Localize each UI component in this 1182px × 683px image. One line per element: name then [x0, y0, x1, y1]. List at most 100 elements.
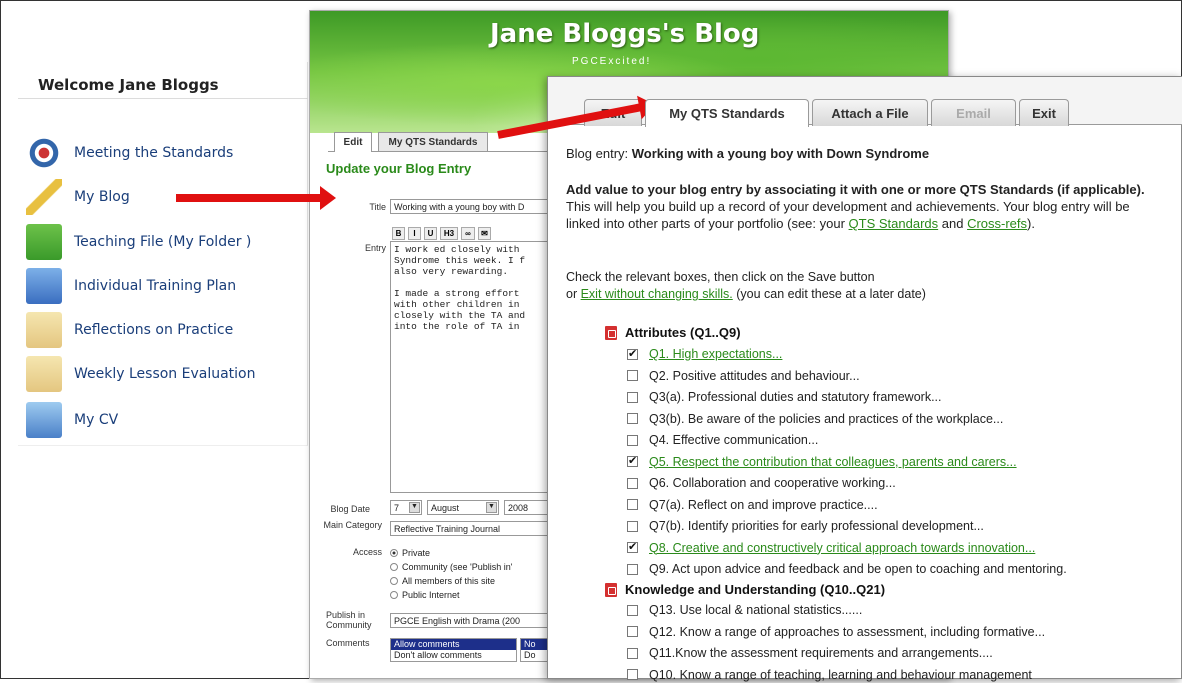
- intro-bold: Add value to your blog entry by associat…: [566, 182, 1145, 197]
- standard-row[interactable]: Q12. Know a range of approaches to asses…: [627, 624, 1045, 640]
- comments-option[interactable]: Allow comments: [391, 639, 516, 650]
- standard-checkbox[interactable]: [627, 391, 638, 403]
- standard-row[interactable]: ✔ Q8. Creative and constructively critica…: [627, 540, 1035, 556]
- standard-row[interactable]: Q9. Act upon advice and feedback and be …: [627, 561, 1067, 577]
- main-category-select[interactable]: Reflective Training Journal: [390, 521, 550, 536]
- standard-checkbox[interactable]: [627, 604, 638, 616]
- date-month-select[interactable]: August ▼: [427, 500, 499, 515]
- standard-row[interactable]: ✔ Q5. Respect the contribution that colle…: [627, 454, 1017, 470]
- format-button[interactable]: H3: [440, 227, 458, 240]
- sidebar-item[interactable]: My CV: [26, 402, 118, 438]
- sidebar-item[interactable]: Reflections on Practice: [26, 312, 233, 348]
- check-instructions: Check the relevant boxes, then click on …: [566, 270, 875, 284]
- access-radio[interactable]: Community (see 'Publish in': [390, 562, 512, 572]
- standard-checkbox[interactable]: [627, 434, 638, 446]
- access-radio[interactable]: Public Internet: [390, 590, 460, 600]
- standard-checkbox[interactable]: [627, 370, 638, 381]
- back-tab-qts[interactable]: My QTS Standards: [378, 132, 488, 152]
- entry-textarea[interactable]: I work ed closely with Syndrome this wee…: [390, 241, 550, 493]
- comments-option[interactable]: Do: [521, 650, 549, 661]
- standard-checkbox[interactable]: [627, 520, 638, 532]
- standard-row[interactable]: Q10. Know a range of teaching, learning …: [627, 667, 1032, 683]
- tab-exit[interactable]: Exit: [1019, 99, 1069, 126]
- standard-checkbox[interactable]: ✔: [627, 348, 638, 360]
- standard-row[interactable]: Q7(a). Reflect on and improve practice..…: [627, 497, 878, 513]
- standard-checkbox[interactable]: ✔: [627, 456, 638, 467]
- update-heading: Update your Blog Entry: [326, 161, 472, 176]
- blog-entry-prefix: Blog entry:: [566, 146, 632, 161]
- category-knowledge: Knowledge and Understanding (Q10..Q21): [605, 582, 885, 597]
- standard-checkbox[interactable]: [627, 563, 638, 575]
- date-year-input[interactable]: 2008: [504, 500, 550, 515]
- standard-row[interactable]: Q11.Know the assessment requirements and…: [627, 645, 993, 661]
- standard-checkbox[interactable]: [627, 669, 638, 680]
- standard-checkbox[interactable]: [627, 413, 638, 424]
- publish-select[interactable]: PGCE English with Drama (200: [390, 613, 550, 628]
- comments-option[interactable]: No: [521, 639, 549, 650]
- blog-entry-title: Working with a young boy with Down Syndr…: [631, 146, 930, 161]
- comments-listbox-2[interactable]: No Do: [520, 638, 550, 662]
- standard-row[interactable]: ✔ Q1. High expectations...: [627, 346, 782, 362]
- radio-icon: [390, 563, 398, 571]
- sidebar-item[interactable]: Teaching File (My Folder ): [26, 224, 251, 260]
- date-day-select[interactable]: 7 ▼: [390, 500, 422, 515]
- comments-listbox[interactable]: Allow comments Don't allow comments: [390, 638, 517, 662]
- document-icon: [26, 268, 62, 304]
- blog-entry-line: Blog entry: Working with a young boy wit…: [566, 145, 929, 162]
- standard-checkbox[interactable]: ✔: [627, 542, 638, 553]
- standard-row[interactable]: Q3(a). Professional duties and statutory…: [627, 389, 942, 405]
- dropdown-icon: ▼: [409, 502, 420, 513]
- access-radio[interactable]: All members of this site: [390, 576, 495, 586]
- exit-without-changing-link[interactable]: Exit without changing skills.: [581, 287, 733, 301]
- comments-option[interactable]: Don't allow comments: [391, 650, 516, 661]
- standard-label: Q13. Use local & national statistics....…: [649, 603, 863, 617]
- or-text: or: [566, 287, 581, 301]
- divider: [18, 98, 308, 99]
- main-category-label: Main Category: [323, 520, 382, 530]
- pdf-icon[interactable]: [605, 582, 617, 597]
- radio-icon: [390, 577, 398, 585]
- standard-label[interactable]: Q1. High expectations...: [649, 347, 782, 361]
- standard-row[interactable]: Q4. Effective communication...: [627, 432, 818, 448]
- tab-attach-a-file[interactable]: Attach a File: [812, 99, 928, 126]
- sidebar-item[interactable]: Meeting the Standards: [26, 135, 233, 171]
- tab-my-qts-standards[interactable]: My QTS Standards: [645, 99, 809, 127]
- standard-label[interactable]: Q5. Respect the contribution that collea…: [649, 455, 1017, 469]
- access-option-label: Private: [402, 548, 431, 558]
- standard-checkbox[interactable]: [627, 647, 638, 659]
- target-icon: [26, 135, 62, 171]
- sidebar-item[interactable]: My Blog: [26, 179, 130, 215]
- pdf-icon[interactable]: [605, 325, 617, 340]
- standard-label: Q2. Positive attitudes and behaviour...: [649, 368, 860, 383]
- sidebar-item[interactable]: Weekly Lesson Evaluation: [26, 356, 256, 392]
- radio-icon: [390, 591, 398, 599]
- standard-row[interactable]: Q7(b). Identify priorities for early pro…: [627, 518, 984, 534]
- red-arrow-icon: [176, 186, 336, 210]
- sidebar-item-label: Meeting the Standards: [74, 145, 234, 161]
- sidebar-item[interactable]: Individual Training Plan: [26, 268, 236, 304]
- cross-refs-link[interactable]: Cross-refs: [967, 216, 1027, 231]
- blog-title: Jane Bloggs's Blog: [490, 19, 760, 49]
- standard-row[interactable]: Q6. Collaboration and cooperative workin…: [627, 475, 896, 491]
- qts-standards-link[interactable]: QTS Standards: [849, 216, 939, 231]
- tab-email[interactable]: Email: [931, 99, 1016, 126]
- format-button[interactable]: B: [392, 227, 405, 240]
- back-tab-edit[interactable]: Edit: [334, 132, 372, 152]
- format-button[interactable]: ✉: [478, 227, 491, 240]
- format-button[interactable]: I: [408, 227, 421, 240]
- format-button[interactable]: ∞: [461, 227, 475, 240]
- standard-label: Q7(a). Reflect on and improve practice..…: [649, 497, 878, 512]
- standard-label[interactable]: Q8. Creative and constructively critical…: [649, 541, 1035, 555]
- access-radio[interactable]: Private: [390, 548, 430, 558]
- standard-row[interactable]: Q13. Use local & national statistics....…: [627, 602, 862, 618]
- standard-row[interactable]: Q2. Positive attitudes and behaviour...: [627, 368, 860, 384]
- standard-label: Q4. Effective communication...: [649, 433, 819, 447]
- standard-checkbox[interactable]: [627, 499, 638, 510]
- standard-checkbox[interactable]: [627, 477, 638, 489]
- standard-checkbox[interactable]: [627, 626, 638, 637]
- format-button[interactable]: U: [424, 227, 437, 240]
- standard-row[interactable]: Q3(b). Be aware of the policies and prac…: [627, 411, 1003, 427]
- qts-standards-window: EditMy QTS StandardsAttach a FileEmailEx…: [547, 76, 1182, 682]
- standard-label: Q7(b). Identify priorities for early pro…: [649, 519, 984, 533]
- title-input[interactable]: Working with a young boy with D: [390, 199, 550, 214]
